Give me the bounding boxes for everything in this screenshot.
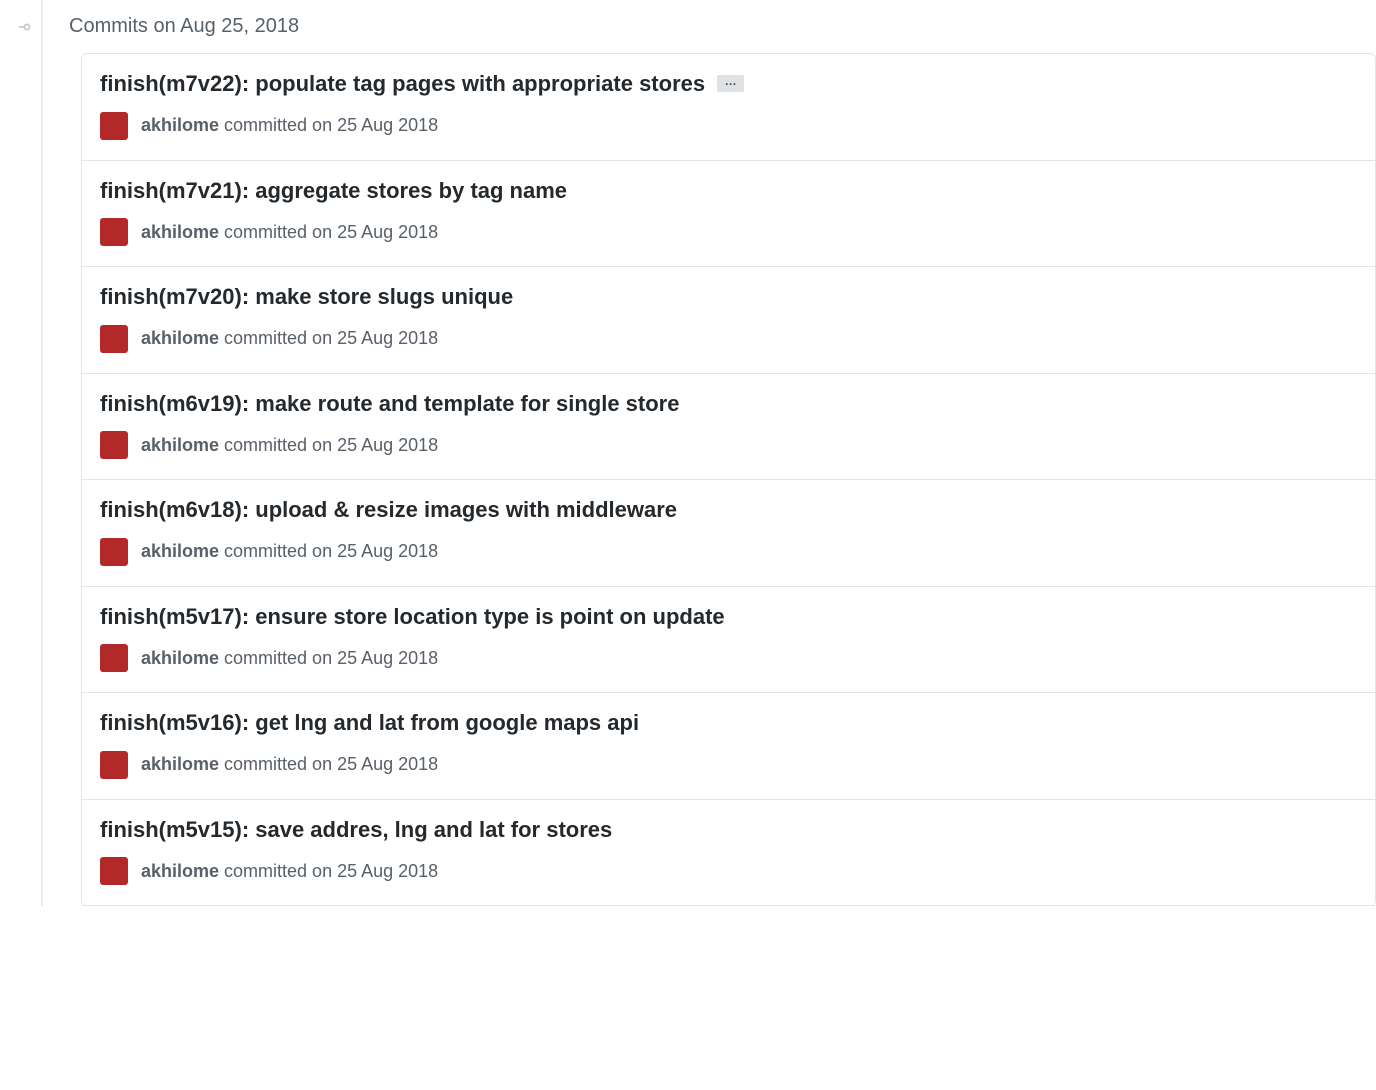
commit-group-title: Commits on Aug 25, 2018 [69,15,299,38]
commit-meta-text: akhilome committed on 25 Aug 2018 [141,328,438,349]
commit-meta: akhilome committed on 25 Aug 2018 [100,431,1357,459]
commit-meta-text: akhilome committed on 25 Aug 2018 [141,541,438,562]
commit-item: finish(m5v17): ensure store location typ… [82,587,1375,694]
commit-when: committed on 25 Aug 2018 [219,648,438,668]
commit-meta: akhilome committed on 25 Aug 2018 [100,325,1357,353]
commit-item: finish(m7v22): populate tag pages with a… [82,54,1375,161]
commit-title-link[interactable]: finish(m7v22): populate tag pages with a… [100,70,705,98]
avatar[interactable] [100,857,128,885]
commit-meta-text: akhilome committed on 25 Aug 2018 [141,222,438,243]
commit-meta: akhilome committed on 25 Aug 2018 [100,218,1357,246]
commit-meta: akhilome committed on 25 Aug 2018 [100,644,1357,672]
avatar[interactable] [100,538,128,566]
commit-when: committed on 25 Aug 2018 [219,754,438,774]
expand-commit-message-button[interactable]: … [717,75,744,92]
commit-meta-text: akhilome committed on 25 Aug 2018 [141,115,438,136]
commit-meta: akhilome committed on 25 Aug 2018 [100,751,1357,779]
commit-title-link[interactable]: finish(m7v21): aggregate stores by tag n… [100,177,567,205]
avatar[interactable] [100,431,128,459]
commit-title-row: finish(m5v15): save addres, lng and lat … [100,816,1357,844]
commit-title-link[interactable]: finish(m5v17): ensure store location typ… [100,603,725,631]
commit-item: finish(m7v20): make store slugs unique ak… [82,267,1375,374]
commit-author-link[interactable]: akhilome [141,541,219,561]
commit-when: committed on 25 Aug 2018 [219,435,438,455]
commit-title-link[interactable]: finish(m6v18): upload & resize images wi… [100,496,677,524]
commit-author-link[interactable]: akhilome [141,328,219,348]
commit-item: finish(m5v16): get lng and lat from goog… [82,693,1375,800]
avatar[interactable] [100,325,128,353]
commit-title-link[interactable]: finish(m5v16): get lng and lat from goog… [100,709,639,737]
commit-meta-text: akhilome committed on 25 Aug 2018 [141,754,438,775]
commit-author-link[interactable]: akhilome [141,861,219,881]
commits-list: finish(m7v22): populate tag pages with a… [81,53,1376,906]
commit-author-link[interactable]: akhilome [141,115,219,135]
commit-author-link[interactable]: akhilome [141,754,219,774]
commit-title-link[interactable]: finish(m5v15): save addres, lng and lat … [100,816,612,844]
commit-title-row: finish(m7v20): make store slugs unique [100,283,1357,311]
commit-when: committed on 25 Aug 2018 [219,541,438,561]
commit-author-link[interactable]: akhilome [141,648,219,668]
commit-meta: akhilome committed on 25 Aug 2018 [100,112,1357,140]
commit-when: committed on 25 Aug 2018 [219,861,438,881]
commit-title-row: finish(m6v19): make route and template f… [100,390,1357,418]
commit-item: finish(m7v21): aggregate stores by tag n… [82,161,1375,268]
avatar[interactable] [100,218,128,246]
commit-item: finish(m6v19): make route and template f… [82,374,1375,481]
commit-when: committed on 25 Aug 2018 [219,222,438,242]
commit-title-row: finish(m5v16): get lng and lat from goog… [100,709,1357,737]
avatar[interactable] [100,644,128,672]
commit-title-row: finish(m7v21): aggregate stores by tag n… [100,177,1357,205]
commit-meta: akhilome committed on 25 Aug 2018 [100,857,1357,885]
commit-item: finish(m6v18): upload & resize images wi… [82,480,1375,587]
avatar[interactable] [100,751,128,779]
commit-meta-text: akhilome committed on 25 Aug 2018 [141,648,438,669]
commit-title-row: finish(m6v18): upload & resize images wi… [100,496,1357,524]
commit-dot-icon [19,19,35,35]
commit-title-row: finish(m7v22): populate tag pages with a… [100,70,1357,98]
commit-meta-text: akhilome committed on 25 Aug 2018 [141,861,438,882]
commit-when: committed on 25 Aug 2018 [219,328,438,348]
timeline-line [41,0,43,906]
commit-title-row: finish(m5v17): ensure store location typ… [100,603,1357,631]
commit-title-link[interactable]: finish(m7v20): make store slugs unique [100,283,513,311]
commit-when: committed on 25 Aug 2018 [219,115,438,135]
commit-author-link[interactable]: akhilome [141,435,219,455]
commit-meta: akhilome committed on 25 Aug 2018 [100,538,1357,566]
avatar[interactable] [100,112,128,140]
commit-item: finish(m5v15): save addres, lng and lat … [82,800,1375,907]
commit-title-link[interactable]: finish(m6v19): make route and template f… [100,390,679,418]
commit-author-link[interactable]: akhilome [141,222,219,242]
commit-group-header: Commits on Aug 25, 2018 [0,15,1376,53]
commit-meta-text: akhilome committed on 25 Aug 2018 [141,435,438,456]
